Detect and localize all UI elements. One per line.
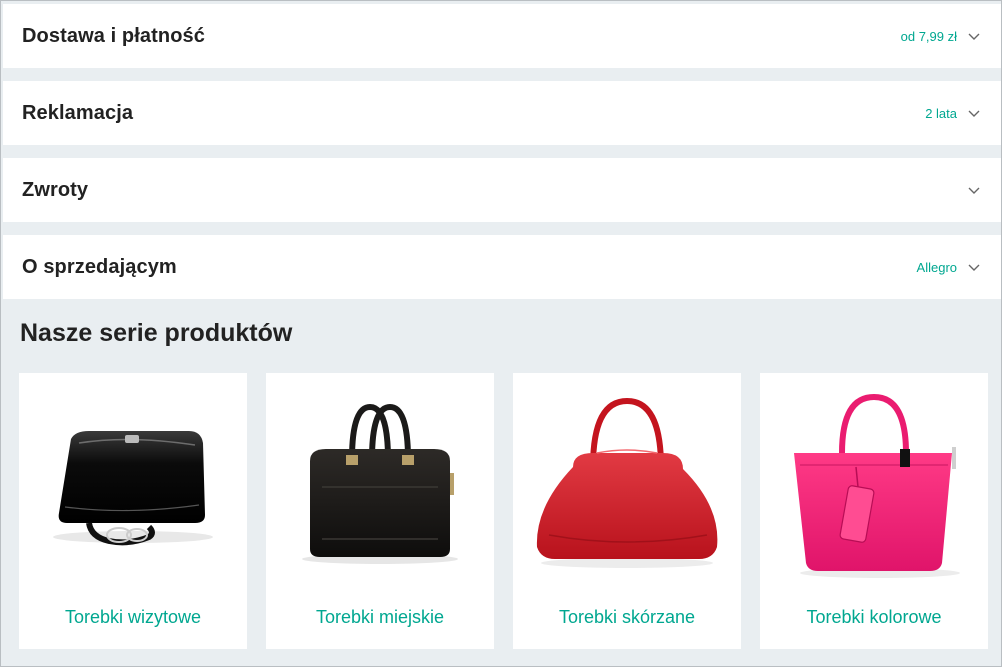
product-card-wizytowe[interactable]: Torebki wizytowe [19, 373, 247, 649]
section-title: Nasze serie produktów [20, 319, 293, 347]
accordion-value: od 7,99 zł [900, 28, 957, 44]
product-card-label: Torebki kolorowe [806, 607, 942, 627]
product-card-kolorowe[interactable]: Torebki kolorowe [760, 373, 988, 649]
accordion-value: Allegro [916, 259, 957, 275]
product-card-skorzane[interactable]: Torebki skórzane [513, 373, 741, 649]
product-card-label: Torebki miejskie [315, 607, 445, 627]
accordion-returns[interactable]: Zwroty [3, 158, 1001, 222]
accordion-right: Allegro [917, 260, 981, 275]
accordion-title: Zwroty [22, 178, 89, 201]
accordion-title: O sprzedającym [22, 255, 177, 278]
product-card-label: Torebki wizytowe [64, 607, 202, 627]
chevron-down-icon[interactable] [967, 106, 981, 120]
chevron-down-icon[interactable] [967, 29, 981, 43]
accordion-right [957, 183, 981, 197]
accordion-complaints[interactable]: Reklamacja 2 lata [3, 81, 1001, 145]
accordion-title: Reklamacja [22, 101, 134, 124]
accordion-value: 2 lata [925, 105, 957, 121]
accordion-right: od 7,99 zł [901, 29, 981, 44]
pink-tote-bag-image [794, 393, 960, 578]
accordion-about-seller[interactable]: O sprzedającym Allegro [3, 235, 1001, 299]
product-card-label: Torebki skórzane [558, 607, 696, 627]
chevron-down-icon[interactable] [967, 183, 981, 197]
accordion-right: 2 lata [925, 106, 981, 121]
black-leather-briefcase-image [302, 403, 458, 564]
red-leather-handbag-image [536, 397, 718, 568]
product-details-panel: Dostawa i płatność od 7,99 zł Reklamacja… [0, 0, 1002, 667]
accordion-title: Dostawa i płatność [22, 24, 205, 47]
chevron-down-icon[interactable] [967, 260, 981, 274]
product-card-miejskie[interactable]: Torebki miejskie [266, 373, 494, 649]
accordion-delivery-payment[interactable]: Dostawa i płatność od 7,99 zł [3, 4, 1001, 68]
black-patent-clutch-image [53, 431, 213, 546]
